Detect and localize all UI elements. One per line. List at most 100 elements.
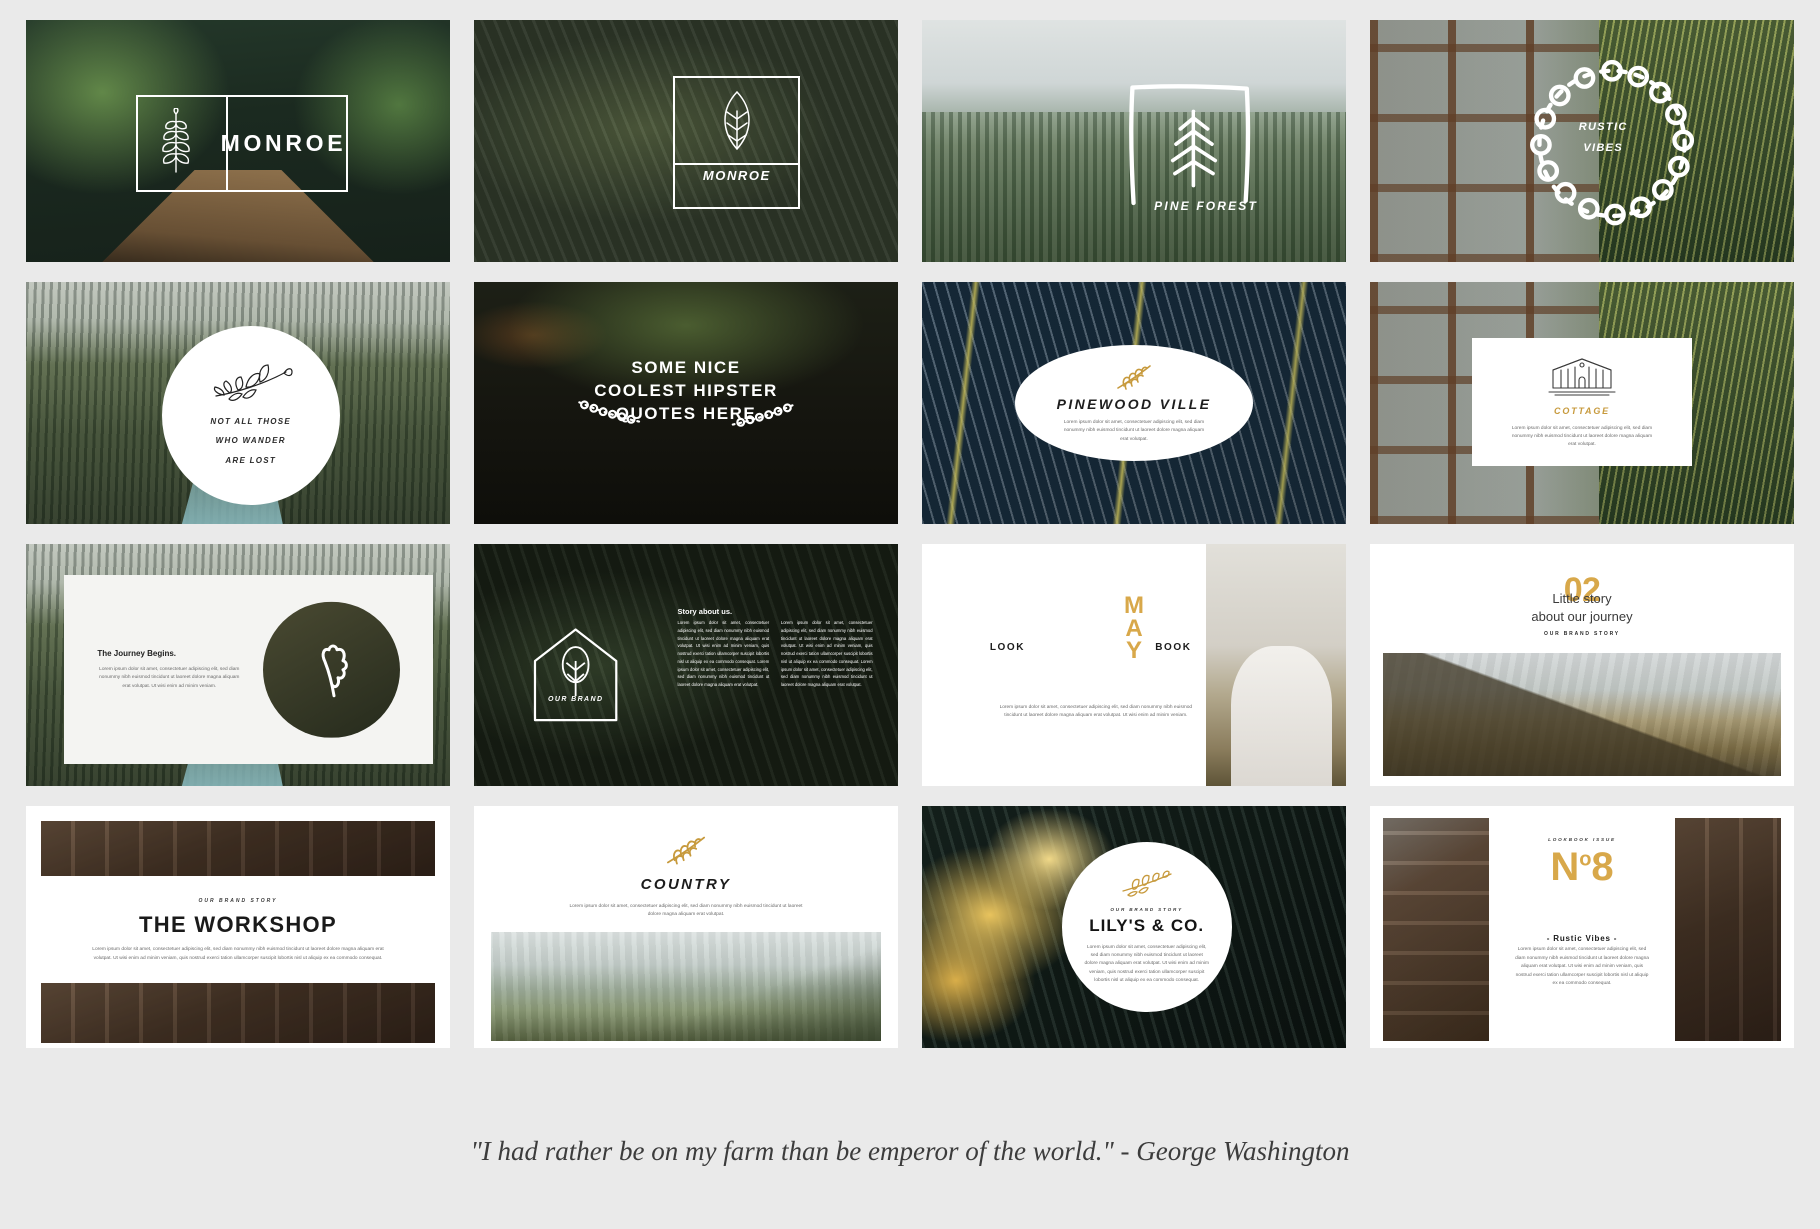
slide-cell[interactable]: 02 Little story about our journey OUR BR… (1358, 534, 1806, 796)
look-word: LOOK (989, 642, 1026, 653)
slide-cell[interactable]: PINE FOREST (910, 10, 1358, 272)
quote-text: NOT ALL THOSE WHO WANDER ARE LOST (210, 412, 291, 470)
slide-11-may-lookbook[interactable]: M A Y LOOK BOOK Lorem ipsum dolor sit am… (922, 544, 1346, 786)
slide-10-our-brand[interactable]: OUR BRAND Story about us. Lorem ipsum do… (474, 544, 898, 786)
slide-08-cottage[interactable]: COTTAGE Lorem ipsum dolor sit amet, cons… (1370, 282, 1794, 524)
slide-13-the-workshop[interactable]: OUR BRAND STORY THE WORKSHOP Lorem ipsum… (26, 806, 450, 1048)
slide-03-pine-forest[interactable]: PINE FOREST (922, 20, 1346, 262)
box-divider-line (675, 162, 799, 165)
content-panel: The Journey Begins. Lorem ipsum dolor si… (64, 575, 434, 765)
quote-circle: NOT ALL THOSE WHO WANDER ARE LOST (161, 325, 340, 505)
pine-tree-icon (1117, 81, 1261, 212)
workshop-tools-photo (40, 820, 436, 877)
body-text: Lorem ipsum dolor sit amet, consectetuer… (569, 903, 803, 918)
slide-cell[interactable]: NOT ALL THOSE WHO WANDER ARE LOST (14, 272, 462, 534)
slide-cell[interactable]: COUNTRY Lorem ipsum dolor sit amet, cons… (462, 796, 910, 1058)
slide-cell[interactable]: The Journey Begins. Lorem ipsum dolor si… (14, 534, 462, 796)
body-text: Lorem ipsum dolor sit amet, consectetuer… (1084, 944, 1209, 984)
tools-photo-left (1382, 818, 1489, 1041)
body-column: Lorem ipsum dolor sit amet, consectetuer… (677, 620, 770, 688)
slide-cell[interactable]: LOOKBOOK ISSUE No8 - Rustic Vibes - Lore… (1358, 796, 1806, 1058)
slide-title: THE WORKSHOP (139, 912, 337, 938)
gold-fern-icon (1114, 362, 1154, 392)
monroe-logo-box: MONROE (136, 95, 349, 192)
body-text: Lorem ipsum dolor sit amet, consectetuer… (1515, 947, 1649, 986)
slide-09-journey-begins[interactable]: The Journey Begins. Lorem ipsum dolor si… (26, 544, 450, 786)
cottage-house-icon (1545, 354, 1619, 398)
slide-16-no8[interactable]: LOOKBOOK ISSUE No8 - Rustic Vibes - Lore… (1370, 806, 1794, 1048)
month-label: M A Y (1124, 593, 1144, 663)
slide-07-pinewood-ville[interactable]: PINEWOOD VILLE Lorem ipsum dolor sit ame… (922, 282, 1346, 524)
slide-cell[interactable]: COTTAGE Lorem ipsum dolor sit amet, cons… (1358, 272, 1806, 534)
body-text: Lorem ipsum dolor sit amet, consectetuer… (92, 947, 384, 961)
title-ellipse: PINEWOOD VILLE Lorem ipsum dolor sit ame… (1015, 344, 1253, 462)
slide-deck-preview: MONROE MONROE PINE FOREST RUSTIC VIBES N… (0, 0, 1820, 1229)
quote-line-1: SOME NICE (631, 358, 741, 378)
slide-cell[interactable]: MONROE (462, 10, 910, 272)
slide-06-hipster-quotes[interactable]: SOME NICE COOLEST HIPSTER QUOTES HERE (474, 282, 898, 524)
book-word: BOOK (1155, 642, 1192, 653)
slide-cell[interactable]: RUSTIC VIBES (1358, 10, 1806, 272)
issue-number: No8 (1514, 847, 1650, 887)
body-text: Lorem ipsum dolor sit amet, consectetuer… (1511, 425, 1653, 448)
mountain-road-photo (1382, 652, 1782, 777)
gold-fern-icon (663, 833, 709, 867)
brand-name: MONROE (220, 129, 347, 156)
slide-cell[interactable]: MONROE (14, 10, 462, 272)
heading: The Journey Begins. (97, 648, 177, 658)
slide-title: COUNTRY (640, 876, 732, 894)
brand-name: MONROE (702, 168, 771, 184)
slide-05-wander-quote[interactable]: NOT ALL THOSE WHO WANDER ARE LOST (26, 282, 450, 524)
slide-cell[interactable]: OUR BRAND STORY THE WORKSHOP Lorem ipsum… (14, 796, 462, 1058)
slide-title: COTTAGE (1554, 405, 1610, 416)
slide-cell[interactable]: OUR BRAND Story about us. Lorem ipsum do… (462, 534, 910, 796)
slide-02-monroe-leaf[interactable]: MONROE (474, 20, 898, 262)
rustic-tools-photo-left (1382, 818, 1489, 1041)
tools-photo-bottom (40, 982, 436, 1044)
quote-line-1: NOT ALL THOSE (210, 417, 292, 427)
slide-title: - Rustic Vibes - (1546, 934, 1618, 944)
body-text: Lorem ipsum dolor sit amet, consectetuer… (1063, 419, 1205, 442)
heading-line-1: Little story (1552, 590, 1612, 606)
title-line-2: VIBES (1583, 141, 1623, 154)
slide-title: PINE FOREST (1154, 199, 1258, 214)
slide-12-little-story[interactable]: 02 Little story about our journey OUR BR… (1370, 544, 1794, 786)
logo-divider (225, 97, 228, 190)
quote-caption: "I had rather be on my farm than be empe… (470, 1136, 1350, 1166)
title-card: COTTAGE Lorem ipsum dolor sit amet, cons… (1471, 337, 1693, 466)
slide-cell[interactable]: OUR BRAND STORY LILY'S & CO. Lorem ipsum… (910, 796, 1358, 1058)
misty-valley-photo (490, 931, 882, 1041)
slide-grid: MONROE MONROE PINE FOREST RUSTIC VIBES N… (14, 10, 1810, 1058)
text-panel (922, 544, 1207, 786)
brand-badge: OUR BRAND (548, 696, 604, 704)
house-tree-icon (529, 624, 622, 726)
slide-01-monroe-bridge[interactable]: MONROE (26, 20, 450, 262)
slide-title: LILY'S & CO. (1089, 915, 1205, 935)
slide-cell[interactable]: SOME NICE COOLEST HIPSTER QUOTES HERE (462, 272, 910, 534)
slide-15-lilys-and-co[interactable]: OUR BRAND STORY LILY'S & CO. Lorem ipsum… (922, 806, 1346, 1048)
workshop-tools-photo-bottom (40, 982, 436, 1044)
slide-cell[interactable]: PINEWOOD VILLE Lorem ipsum dolor sit ame… (910, 272, 1358, 534)
valley-photo (490, 931, 882, 1041)
heading: Little story about our journey (1455, 590, 1709, 625)
issue-number-prefix: N (1550, 845, 1580, 890)
slide-title: RUSTIC VIBES (1540, 117, 1667, 159)
botanical-sprig-icon (208, 360, 294, 408)
body-text: Lorem ipsum dolor sit amet, consectetuer… (999, 704, 1193, 719)
slide-14-country[interactable]: COUNTRY Lorem ipsum dolor sit amet, cons… (474, 806, 898, 1048)
issue-number-value: 8 (1591, 845, 1614, 890)
tools-photo-top (40, 820, 436, 877)
issue-number-sup: o (1579, 848, 1592, 871)
garland-icon (576, 398, 644, 427)
eyebrow: OUR BRAND STORY (1110, 906, 1183, 912)
gold-sprig-icon (1119, 869, 1175, 897)
eyebrow: LOOKBOOK ISSUE (1548, 837, 1616, 843)
slide-cell[interactable]: M A Y LOOK BOOK Lorem ipsum dolor sit am… (910, 534, 1358, 796)
title-line-1: RUSTIC (1578, 120, 1628, 133)
cliff-portrait-photo (1206, 544, 1346, 786)
text-block: The Journey Begins. Lorem ipsum dolor si… (64, 649, 241, 691)
slide-04-rustic-vibes[interactable]: RUSTIC VIBES (1370, 20, 1794, 262)
quote-line-3: ARE LOST (225, 455, 277, 465)
oak-leaf-icon (263, 602, 399, 738)
road-photo (1382, 652, 1782, 777)
